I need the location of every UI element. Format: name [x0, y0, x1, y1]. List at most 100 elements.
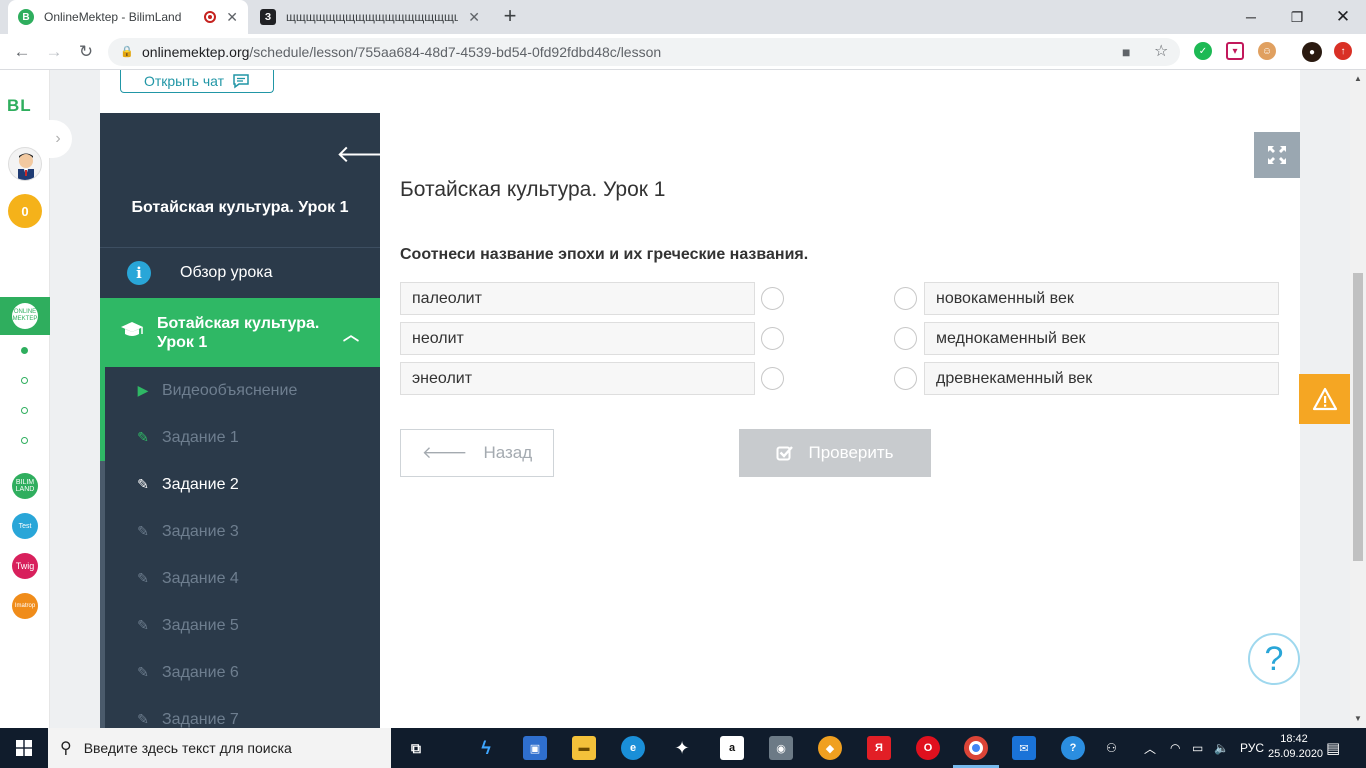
new-tab-button[interactable]: + — [498, 4, 522, 28]
points-badge[interactable]: 0 — [8, 194, 42, 228]
rail-app-onlinemektep[interactable]: ONLINE MEKTEP — [0, 297, 50, 335]
people-icon[interactable]: ⚇ — [1106, 728, 1117, 768]
sidebar-section-lesson[interactable]: Ботайская культура. Урок 1 ︿ — [100, 298, 380, 367]
shield-app-icon[interactable]: ◆ — [818, 736, 842, 760]
bilimland-logo[interactable]: BL — [7, 96, 32, 116]
sidebar-item-task-4[interactable]: ✎ Задание 4 — [100, 555, 380, 602]
help-app-icon[interactable]: ? — [1061, 736, 1085, 760]
sidebar-item-overview[interactable]: i Обзор урока — [100, 248, 380, 298]
sidebar-item-task-7[interactable]: ✎ Задание 7 — [100, 696, 380, 728]
scroll-up-icon[interactable]: ▲ — [1350, 74, 1366, 83]
page-viewport: BL 0 ONLINE MEKTEP BILIM LAND Test Twig … — [0, 70, 1350, 728]
right-option-radio[interactable] — [894, 327, 917, 350]
sidebar-item-label: Задание 1 — [162, 428, 239, 446]
task-view-icon[interactable]: ⧉ — [404, 736, 428, 760]
camera-app-icon[interactable]: ◉ — [769, 736, 793, 760]
sidebar-item-task-1[interactable]: ✎ Задание 1 — [100, 414, 380, 461]
right-option-old-stone-age[interactable]: древнекаменный век — [924, 362, 1279, 395]
close-window-button[interactable]: ✕ — [1320, 0, 1366, 34]
left-option-neolithic[interactable]: неолит — [400, 322, 755, 355]
store-bag-icon[interactable]: ▣ — [523, 736, 547, 760]
sidebar-item-task-3[interactable]: ✎ Задание 3 — [100, 508, 380, 555]
left-option-paleolithic[interactable]: палеолит — [400, 282, 755, 315]
sidebar-item-label: Задание 2 — [162, 475, 239, 493]
rail-nav-dot[interactable] — [21, 377, 28, 384]
forward-arrow-icon[interactable]: → — [42, 40, 66, 64]
sidebar-item-video[interactable]: ▶ Видеообъяснение — [100, 367, 380, 414]
edge-browser-icon[interactable]: e — [621, 736, 645, 760]
chrome-browser-icon[interactable] — [964, 736, 988, 760]
tab-onlinemektep[interactable]: B OnlineMektep - BilimLand ✕ — [8, 0, 248, 34]
left-option-radio[interactable] — [761, 287, 784, 310]
test-app-icon[interactable]: Test — [12, 513, 38, 539]
sidebar-item-task-6[interactable]: ✎ Задание 6 — [100, 649, 380, 696]
imatrop-app-icon[interactable]: Imatrop — [12, 593, 38, 619]
back-arrow-icon[interactable]: ← — [10, 40, 34, 64]
help-question-icon[interactable]: ? — [1248, 633, 1300, 685]
chevron-up-icon[interactable]: ︿ — [343, 321, 359, 345]
left-option-eneolithic[interactable]: энеолит — [400, 362, 755, 395]
reload-icon[interactable]: ↻ — [74, 40, 98, 64]
sidebar-item-task-5[interactable]: ✎ Задание 5 — [100, 602, 380, 649]
file-explorer-icon[interactable]: ▬ — [572, 736, 596, 760]
bookmark-star-icon[interactable]: ☆ — [1154, 38, 1168, 66]
left-option-radio[interactable] — [761, 327, 784, 350]
rail-nav-dot[interactable] — [21, 437, 28, 444]
back-button[interactable]: 🡐 Назад — [400, 429, 554, 477]
sidebar-item-label: Задание 4 — [162, 569, 239, 587]
extension-check-icon[interactable]: ✓ — [1194, 42, 1212, 60]
right-option-copper-stone-age[interactable]: меднокаменный век — [924, 322, 1279, 355]
yandex-browser-icon[interactable]: Я — [867, 736, 891, 760]
znanija-favicon-icon: З — [260, 9, 276, 25]
left-rail: BL 0 ONLINE MEKTEP BILIM LAND Test Twig … — [0, 70, 50, 728]
open-chat-button[interactable]: Открыть чат — [120, 70, 274, 93]
report-problem-button[interactable] — [1299, 374, 1350, 424]
check-button[interactable]: Проверить — [739, 429, 931, 477]
twig-app-icon[interactable]: Twig — [12, 553, 38, 579]
app-lightning-icon[interactable]: ϟ — [474, 736, 498, 760]
url-field[interactable]: 🔒 onlinemektep.org/schedule/lesson/755aa… — [108, 38, 1180, 66]
language-indicator[interactable]: РУС — [1240, 728, 1264, 768]
scrollbar-thumb[interactable] — [1353, 273, 1363, 561]
update-arrow-icon[interactable]: ↑ — [1334, 42, 1352, 60]
taskbar-search-input[interactable]: ⚲ Введите здесь текст для поиска — [48, 728, 391, 768]
notification-center-icon[interactable]: ▤ — [1326, 728, 1340, 768]
tray-chevron-up-icon[interactable]: ︿ — [1144, 728, 1156, 768]
right-option-radio[interactable] — [894, 367, 917, 390]
scroll-down-icon[interactable]: ▼ — [1350, 714, 1366, 723]
minimize-button[interactable]: ─ — [1228, 0, 1274, 34]
mail-app-icon[interactable]: ✉ — [1012, 736, 1036, 760]
fullscreen-button[interactable] — [1254, 132, 1300, 178]
close-tab-icon[interactable]: ✕ — [226, 9, 238, 26]
dropbox-icon[interactable]: ✦ — [670, 736, 694, 760]
edit-icon: ✎ — [137, 617, 149, 633]
restore-button[interactable]: ❐ — [1274, 0, 1320, 34]
bilimland-app-icon[interactable]: BILIM LAND — [12, 473, 38, 499]
right-option-radio[interactable] — [894, 287, 917, 310]
user-avatar[interactable] — [8, 147, 42, 181]
edit-icon: ✎ — [137, 570, 149, 586]
tab-second[interactable]: З щщщщщщщщщщщщщщщщщщщщщщщщ ✕ — [250, 0, 490, 34]
amazon-icon[interactable]: a — [720, 736, 744, 760]
volume-icon[interactable]: 🔈 — [1214, 728, 1229, 768]
page-scrollbar[interactable]: ▲ ▼ — [1350, 70, 1366, 728]
close-tab-icon[interactable]: ✕ — [468, 9, 480, 26]
network-wifi-icon[interactable]: ◠ — [1170, 728, 1180, 768]
chat-bubble-icon — [233, 74, 249, 89]
edit-icon: ✎ — [137, 664, 149, 680]
profile-avatar-icon[interactable]: ● — [1302, 42, 1322, 62]
windows-start-icon[interactable] — [0, 728, 48, 768]
opera-browser-icon[interactable]: O — [916, 736, 940, 760]
left-option-radio[interactable] — [761, 367, 784, 390]
recording-icon — [204, 11, 217, 23]
right-option-new-stone-age[interactable]: новокаменный век — [924, 282, 1279, 315]
battery-icon[interactable]: ▭ — [1192, 728, 1203, 768]
sidebar-item-task-2[interactable]: ✎ Задание 2 — [100, 461, 380, 508]
collapse-sidebar-arrow-icon[interactable]: 🡐 — [336, 139, 400, 169]
extension-pocket-icon[interactable]: ▾ — [1226, 42, 1244, 60]
rail-nav-dot[interactable] — [21, 347, 28, 354]
camera-icon[interactable]: ■ — [1122, 38, 1130, 66]
extension-avatar-icon[interactable]: ☺ — [1258, 42, 1276, 60]
rail-nav-dot[interactable] — [21, 407, 28, 414]
system-clock[interactable]: 18:42 25.09.2020 — [1268, 732, 1323, 762]
